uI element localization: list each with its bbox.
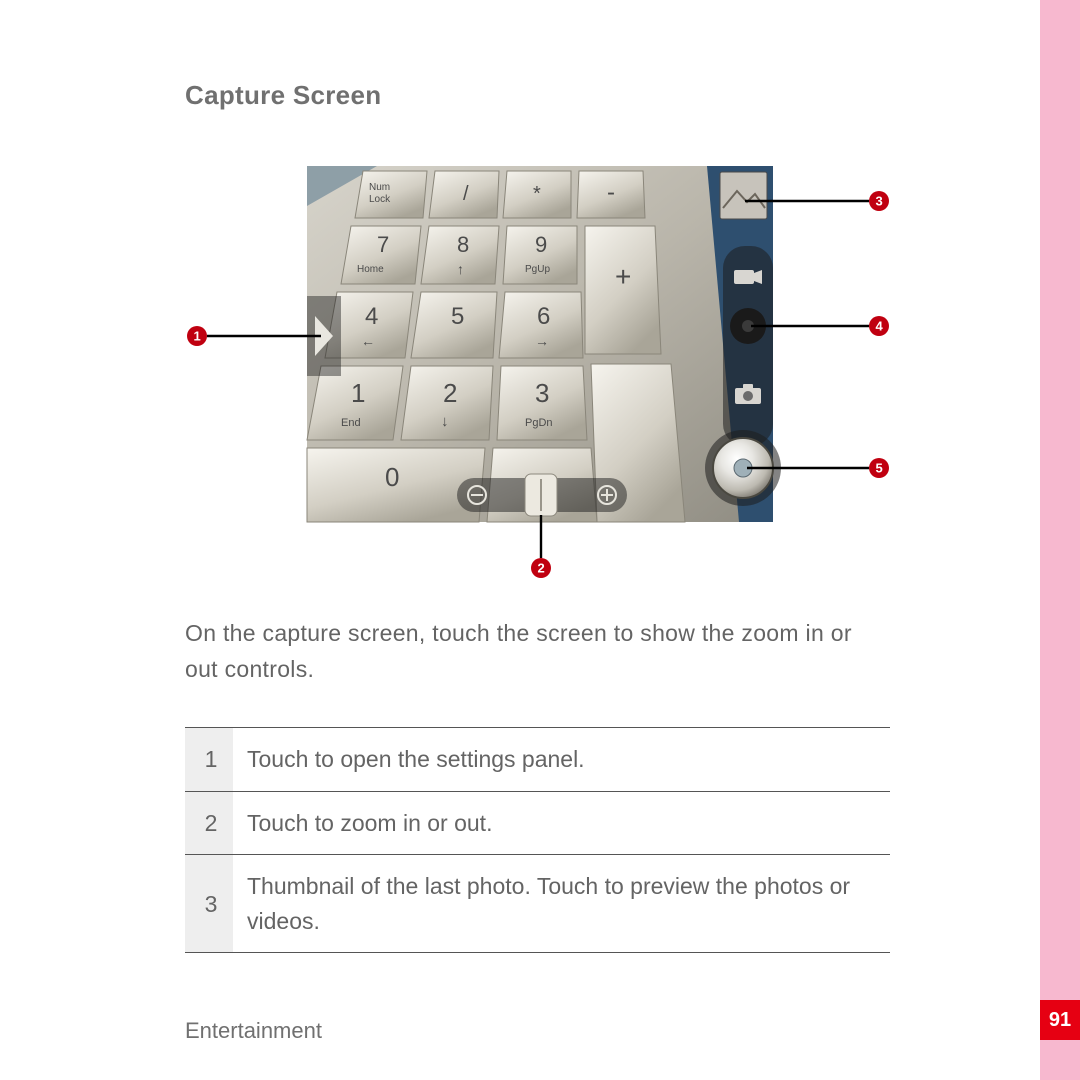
section-title: Capture Screen — [185, 80, 890, 111]
legend-num: 3 — [185, 855, 233, 953]
video-icon — [734, 270, 762, 284]
svg-text:PgUp: PgUp — [525, 264, 550, 275]
legend-text: Thumbnail of the last photo. Touch to pr… — [233, 855, 890, 953]
svg-text:+: + — [615, 261, 631, 292]
svg-text:Num: Num — [369, 182, 390, 193]
callout-2: 2 — [538, 561, 545, 576]
svg-text:PgDn: PgDn — [525, 417, 553, 429]
page-content: Capture Screen — [0, 0, 1040, 1080]
figure: Num Lock / * - 7 Home 8 ↑ — [185, 166, 890, 606]
legend-text: Touch to zoom in or out. — [233, 791, 890, 855]
table-row: 3 Thumbnail of the last photo. Touch to … — [185, 855, 890, 953]
svg-text:9: 9 — [535, 232, 547, 257]
svg-text:*: * — [533, 183, 541, 205]
legend-num: 2 — [185, 791, 233, 855]
svg-text:→: → — [535, 333, 549, 349]
svg-text:←: ← — [361, 333, 375, 349]
thumbnail-icon — [720, 172, 767, 219]
svg-text:7: 7 — [377, 232, 389, 257]
svg-text:5: 5 — [451, 303, 464, 330]
legend-num: 1 — [185, 728, 233, 792]
callout-5: 5 — [876, 461, 883, 476]
callout-3: 3 — [876, 194, 883, 209]
svg-text:-: - — [607, 179, 615, 206]
svg-text:3: 3 — [535, 378, 549, 408]
svg-text:↑: ↑ — [457, 261, 464, 277]
svg-text:Lock: Lock — [369, 194, 391, 205]
svg-text:6: 6 — [537, 303, 550, 330]
side-stripe — [1040, 0, 1080, 1080]
svg-text:↓: ↓ — [441, 413, 449, 430]
callout-4: 4 — [876, 319, 884, 334]
svg-text:4: 4 — [365, 303, 378, 330]
figure-caption: On the capture screen, touch the screen … — [185, 616, 890, 687]
table-row: 1 Touch to open the settings panel. — [185, 728, 890, 792]
legend-text: Touch to open the settings panel. — [233, 728, 890, 792]
svg-text:2: 2 — [443, 378, 457, 408]
svg-text:0: 0 — [385, 462, 399, 492]
svg-text:/: / — [463, 183, 469, 205]
svg-text:1: 1 — [351, 378, 365, 408]
footer-section: Entertainment — [185, 1018, 322, 1044]
svg-text:End: End — [341, 417, 361, 429]
legend-table: 1 Touch to open the settings panel. 2 To… — [185, 727, 890, 953]
table-row: 2 Touch to zoom in or out. — [185, 791, 890, 855]
page-number: 91 — [1040, 1000, 1080, 1040]
callout-1: 1 — [194, 329, 201, 344]
zoom-control — [457, 474, 627, 516]
svg-text:8: 8 — [457, 232, 469, 257]
svg-text:Home: Home — [357, 264, 384, 275]
